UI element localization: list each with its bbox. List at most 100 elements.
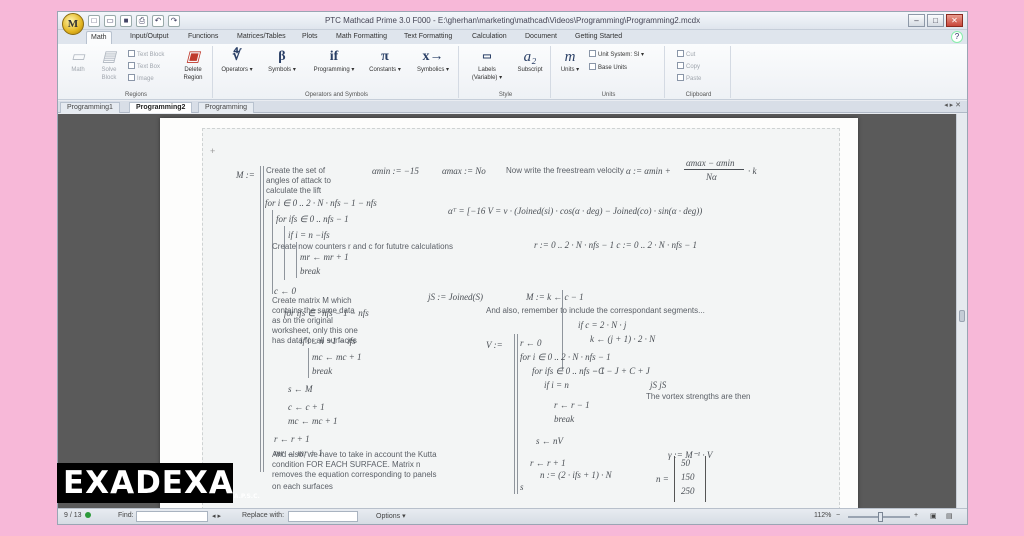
draft-view-icon[interactable]: ▤ xyxy=(946,512,953,520)
M-rc-definition[interactable]: M := k ← c − 1 xyxy=(526,292,584,302)
velocity-definition[interactable]: αᵀ = [−16 V = v · (Joined(si) · cos(α · … xyxy=(448,206,702,216)
k-assignment[interactable]: k ← (j + 1) · 2 · N xyxy=(590,334,655,344)
subscript-button[interactable]: a₂ Subscript xyxy=(513,48,547,74)
mc-increment[interactable]: mc ← mc + 1 xyxy=(312,352,362,362)
comment-vortex-strengths[interactable]: The vortex strengths are then xyxy=(646,392,751,401)
tab-document[interactable]: Document xyxy=(521,31,561,44)
programming-button[interactable]: if Programming ▾ xyxy=(309,48,359,74)
zoom-in-icon[interactable]: + xyxy=(914,512,918,519)
r-decrement[interactable]: r ← r − 1 xyxy=(554,400,590,410)
tab-text-formatting[interactable]: Text Formatting xyxy=(400,31,456,44)
tab-math[interactable]: Math xyxy=(86,31,112,44)
jS-denominators[interactable]: jS jS xyxy=(650,380,666,390)
tab-scroll-controls[interactable]: ◂ ▸ ✕ xyxy=(944,101,961,109)
s-final[interactable]: s xyxy=(520,482,524,492)
worksheet-area[interactable]: + M := Create the set of angles of attac… xyxy=(58,114,958,510)
alpha-k-definition[interactable]: α := αmin + xyxy=(626,166,671,176)
s-nV-assign[interactable]: s ← nV xyxy=(536,436,563,446)
comment-original[interactable]: as on the original xyxy=(272,316,333,325)
base-units-button[interactable]: Base Units xyxy=(589,63,627,72)
help-icon[interactable]: ? xyxy=(951,31,963,43)
comment-create-matrix[interactable]: Create matrix M which xyxy=(272,296,352,305)
s-assign[interactable]: s ← M xyxy=(288,384,313,394)
vertical-scrollbar[interactable] xyxy=(956,114,967,510)
options-button[interactable]: Options ▾ xyxy=(376,512,406,520)
worksheet-page[interactable]: + M := Create the set of angles of attac… xyxy=(160,118,858,510)
for-i-loop[interactable]: for i ∈ 0 .. 2 · N · nfs − 1 − nfs xyxy=(265,198,377,209)
units-button[interactable]: m Units ▾ xyxy=(557,48,583,74)
alpha-fraction-denominator[interactable]: Nα xyxy=(706,172,717,182)
cut-button[interactable]: Cut xyxy=(677,50,695,59)
alpha-fraction-numerator[interactable]: αmax − αmin xyxy=(686,158,735,168)
r-increment[interactable]: r ← r + 1 xyxy=(274,434,310,444)
comment-kutta-2[interactable]: condition FOR EACH SURFACE. Matrix n xyxy=(272,460,420,469)
for-i-loop-2[interactable]: for i ∈ 0 .. 2 · N · nfs − 1 xyxy=(520,352,611,363)
r-increment-2[interactable]: r ← r + 1 xyxy=(530,458,566,468)
doc-tab-programming1[interactable]: Programming1 xyxy=(60,102,120,113)
r-c-ranges[interactable]: r := 0 .. 2 · N · nfs − 1 c := 0 .. 2 · … xyxy=(534,240,697,250)
unit-system-dropdown[interactable]: Unit System: SI ▾ xyxy=(589,50,644,59)
mc-increment-2[interactable]: mc ← mc + 1 xyxy=(288,416,338,426)
r-init[interactable]: r ← 0 xyxy=(520,338,542,348)
comment-counters[interactable]: Create now counters r and c for fututre … xyxy=(272,242,453,251)
text-box-button[interactable]: Text Box xyxy=(128,62,160,71)
comment-kutta-4[interactable]: on each surfaces xyxy=(272,482,333,491)
break-3[interactable]: break xyxy=(554,414,574,424)
page-view-icon[interactable]: ▣ xyxy=(930,512,937,520)
alpha-max-definition[interactable]: αmax := No xyxy=(442,166,486,176)
if-i-le-condition[interactable]: if i ≤ n +1 − ifs xyxy=(300,336,356,346)
doc-tab-programming2[interactable]: Programming2 xyxy=(129,102,193,113)
solve-block-button[interactable]: ▤ Solve Block xyxy=(96,48,122,82)
n-vector-matrix[interactable]: 50 150 250 xyxy=(674,456,706,502)
zoom-level[interactable]: 112% xyxy=(814,512,831,519)
symbolics-button[interactable]: x→ Symbolics ▾ xyxy=(411,48,455,74)
if-c-condition[interactable]: if c = 2 · N · j xyxy=(578,320,626,330)
jS-definition[interactable]: jS := Joined(S) xyxy=(428,292,483,302)
close-icon[interactable]: ✕ xyxy=(946,14,963,27)
comment-worksheet[interactable]: worksheet, only this one xyxy=(272,326,358,335)
minimize-icon[interactable]: – xyxy=(908,14,925,27)
alpha-min-definition[interactable]: αmin := −15 xyxy=(372,166,419,176)
V-p-definition[interactable]: V := xyxy=(486,340,503,350)
comment-kutta-3[interactable]: removes the equation corresponding to pa… xyxy=(272,470,437,479)
break-1[interactable]: break xyxy=(300,266,320,276)
c-init[interactable]: c ← 0 xyxy=(274,286,296,296)
tab-plots[interactable]: Plots xyxy=(298,31,322,44)
zoom-slider-thumb[interactable] xyxy=(878,512,883,522)
alpha-fraction-k[interactable]: · k xyxy=(748,166,757,176)
maximize-icon[interactable]: □ xyxy=(927,14,944,27)
comment-kutta-1[interactable]: And also, we have to take in account the… xyxy=(272,450,437,459)
tab-calculation[interactable]: Calculation xyxy=(468,31,511,44)
find-input[interactable] xyxy=(136,511,208,522)
operators-button[interactable]: ∜ Operators ▾ xyxy=(219,48,255,74)
comment-freestream[interactable]: Now write the freestream velocity xyxy=(506,166,624,175)
tab-functions[interactable]: Functions xyxy=(184,31,222,44)
comment-calc-lift[interactable]: calculate the lift xyxy=(266,186,321,195)
if-i-condition[interactable]: if i = n −ifs xyxy=(288,230,330,240)
zoom-out-icon[interactable]: − xyxy=(836,512,840,519)
paste-button[interactable]: Paste xyxy=(677,74,701,83)
labels-button[interactable]: ▭ Labels (Variable) ▾ xyxy=(467,48,507,82)
matrix-M-definition[interactable]: M := xyxy=(236,170,255,180)
tab-matrices-tables[interactable]: Matrices/Tables xyxy=(233,31,290,44)
if-n-condition[interactable]: if i = n xyxy=(544,380,569,390)
scrollbar-thumb[interactable] xyxy=(959,310,965,322)
mr-increment[interactable]: mr ← mr + 1 xyxy=(300,252,349,262)
n-vector-label[interactable]: n = xyxy=(656,474,669,484)
n-expression[interactable]: n := (2 · ifs + 1) · N xyxy=(540,470,612,480)
find-nav-icons[interactable]: ◂ ▸ xyxy=(212,512,221,520)
doc-tab-programming[interactable]: Programming xyxy=(198,102,255,113)
replace-input[interactable] xyxy=(288,511,358,522)
comment-angles[interactable]: angles of attack to xyxy=(266,176,331,185)
image-button[interactable]: Image xyxy=(128,74,154,83)
copy-button[interactable]: Copy xyxy=(677,62,700,71)
break-2[interactable]: break xyxy=(312,366,332,376)
tab-input-output[interactable]: Input/Output xyxy=(126,31,173,44)
tab-math-formatting[interactable]: Math Formatting xyxy=(332,31,391,44)
text-block-button[interactable]: Text Block xyxy=(128,50,164,59)
constants-button[interactable]: π Constants ▾ xyxy=(365,48,405,74)
tab-getting-started[interactable]: Getting Started xyxy=(571,31,626,44)
delete-region-button[interactable]: ▣ Delete Region xyxy=(178,48,208,82)
plus-icon[interactable]: + xyxy=(210,146,215,156)
C-expression[interactable]: −C − J + C + J xyxy=(592,366,650,376)
